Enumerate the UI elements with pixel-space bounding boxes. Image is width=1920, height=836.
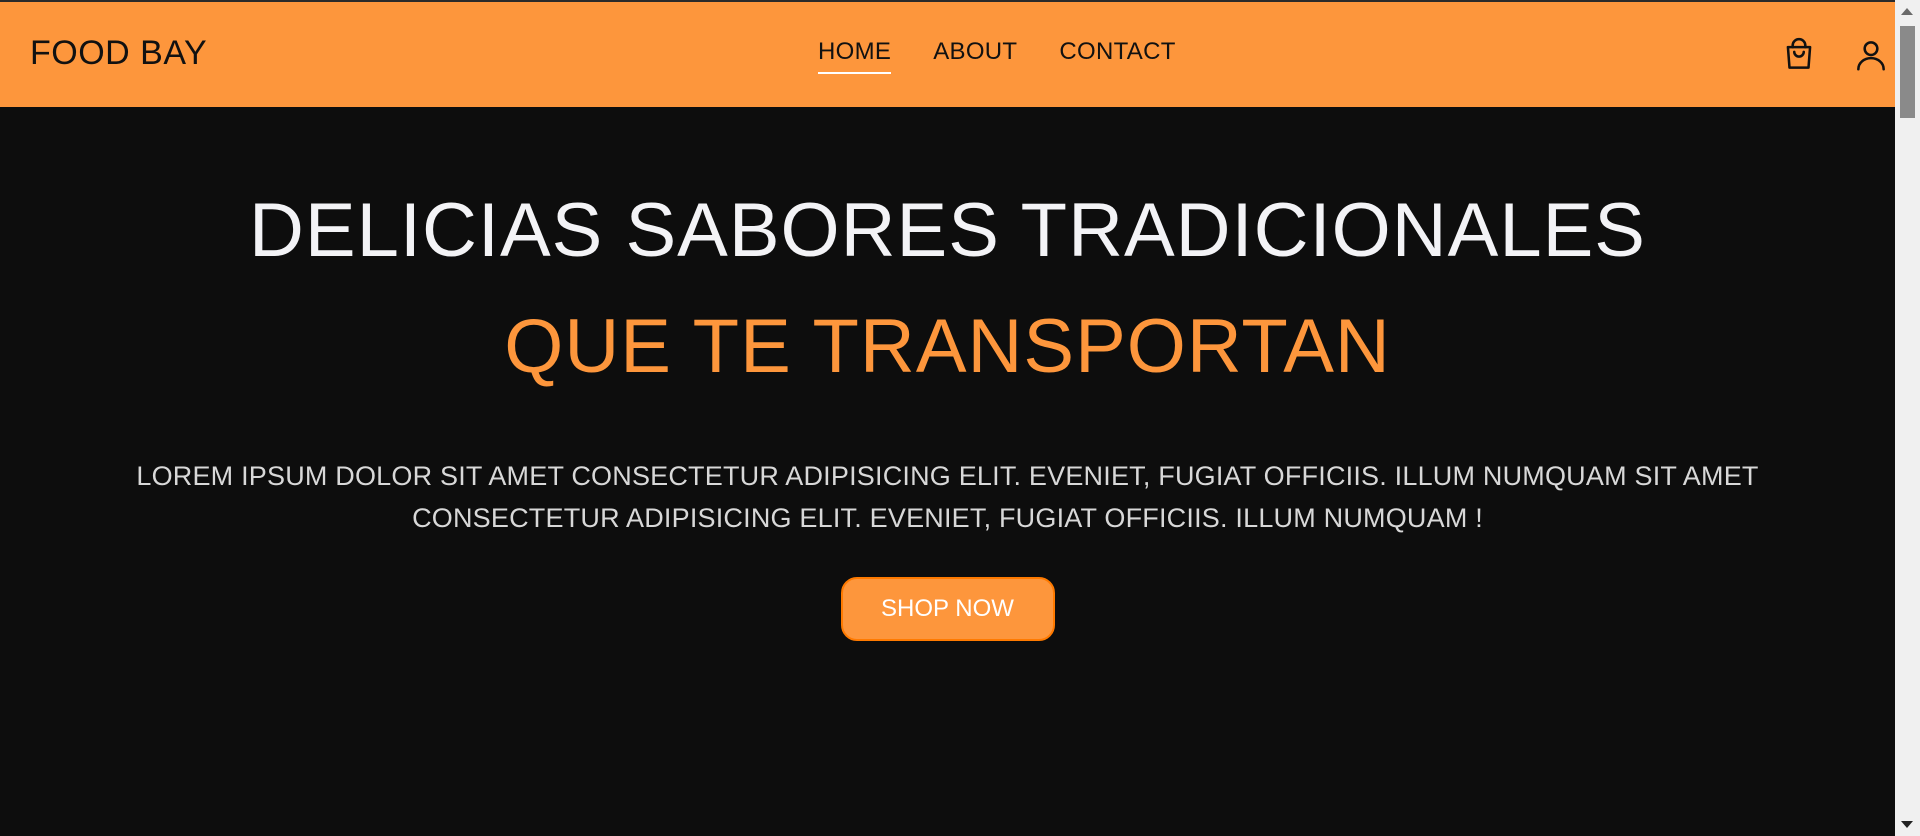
shopping-bag-icon[interactable] <box>1780 36 1818 74</box>
page: FOOD BAY HOME ABOUT CONTACT DELICIAS SAB… <box>0 0 1920 836</box>
scroll-down-icon[interactable] <box>1901 821 1913 828</box>
hero-title: DELICIAS SABORES TRADICIONALES <box>249 188 1646 273</box>
nav-link-contact[interactable]: CONTACT <box>1059 38 1175 74</box>
scrollbar-thumb[interactable] <box>1900 26 1915 118</box>
user-icon[interactable] <box>1852 36 1890 74</box>
hero-section: DELICIAS SABORES TRADICIONALES QUE TE TR… <box>0 107 1895 641</box>
vertical-scrollbar[interactable] <box>1895 0 1920 836</box>
nav-link-home[interactable]: HOME <box>818 38 892 74</box>
main-nav: HOME ABOUT CONTACT <box>818 38 1176 74</box>
hero-subtitle: QUE TE TRANSPORTAN <box>504 304 1391 389</box>
top-navbar: FOOD BAY HOME ABOUT CONTACT <box>0 0 1895 107</box>
nav-link-about[interactable]: ABOUT <box>933 38 1017 74</box>
brand-logo-text[interactable]: FOOD BAY <box>30 34 207 73</box>
hero-description: LOREM IPSUM DOLOR SIT AMET CONSECTETUR A… <box>136 461 1759 533</box>
scroll-up-icon[interactable] <box>1901 8 1913 15</box>
shop-now-button[interactable]: SHOP NOW <box>840 577 1055 641</box>
